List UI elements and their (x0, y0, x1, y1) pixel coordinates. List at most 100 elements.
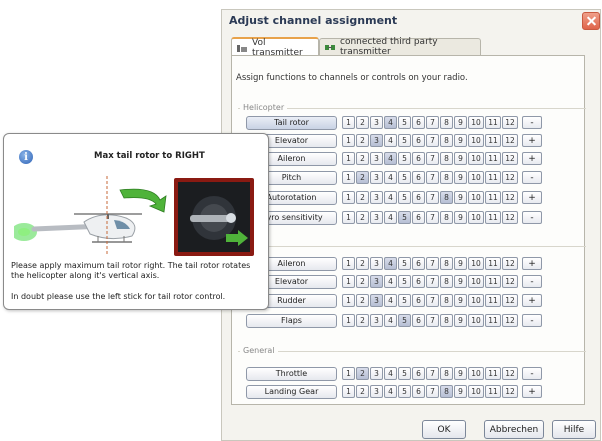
channel-button[interactable]: 3 (370, 191, 383, 204)
channel-button[interactable]: 6 (412, 257, 425, 270)
channel-button[interactable]: 6 (412, 134, 425, 147)
channel-button[interactable]: 12 (502, 171, 518, 184)
channel-button[interactable]: 7 (426, 171, 439, 184)
channel-button[interactable]: 10 (468, 314, 484, 327)
channel-button[interactable]: 5 (398, 211, 411, 224)
channel-button[interactable]: 12 (502, 294, 518, 307)
channel-button[interactable]: 7 (426, 294, 439, 307)
channel-button[interactable]: 11 (485, 171, 501, 184)
channel-button[interactable]: 10 (468, 367, 484, 380)
channel-button[interactable]: 8 (440, 134, 453, 147)
channel-button[interactable]: 12 (502, 191, 518, 204)
channel-button[interactable]: 1 (342, 191, 355, 204)
channel-button[interactable]: 3 (370, 385, 383, 398)
help-button[interactable]: Hilfe (552, 420, 596, 439)
channel-button[interactable]: 9 (454, 191, 467, 204)
channel-button[interactable]: 7 (426, 134, 439, 147)
channel-button[interactable]: 9 (454, 385, 467, 398)
channel-button[interactable]: 2 (356, 211, 369, 224)
channel-button[interactable]: 5 (398, 134, 411, 147)
channel-button[interactable]: 7 (426, 367, 439, 380)
channel-button[interactable]: 1 (342, 134, 355, 147)
channel-button[interactable]: 11 (485, 275, 501, 288)
channel-button[interactable]: 7 (426, 211, 439, 224)
channel-button[interactable]: 11 (485, 314, 501, 327)
direction-toggle-button[interactable]: - (522, 171, 542, 184)
direction-toggle-button[interactable]: + (522, 152, 542, 165)
channel-button[interactable]: 3 (370, 171, 383, 184)
channel-button[interactable]: 6 (412, 367, 425, 380)
channel-button[interactable]: 1 (342, 314, 355, 327)
channel-button[interactable]: 4 (384, 191, 397, 204)
channel-button[interactable]: 12 (502, 314, 518, 327)
channel-button[interactable]: 6 (412, 152, 425, 165)
channel-button[interactable]: 4 (384, 294, 397, 307)
channel-button[interactable]: 1 (342, 294, 355, 307)
channel-button[interactable]: 10 (468, 211, 484, 224)
channel-button[interactable]: 2 (356, 152, 369, 165)
channel-button[interactable]: 5 (398, 275, 411, 288)
channel-button[interactable]: 5 (398, 257, 411, 270)
channel-button[interactable]: 7 (426, 257, 439, 270)
channel-button[interactable]: 6 (412, 314, 425, 327)
direction-toggle-button[interactable]: - (522, 367, 542, 380)
channel-button[interactable]: 2 (356, 116, 369, 129)
tab-vol-transmitter[interactable]: Vol transmitter (231, 37, 319, 58)
channel-button[interactable]: 6 (412, 211, 425, 224)
channel-button[interactable]: 3 (370, 314, 383, 327)
channel-button[interactable]: 7 (426, 385, 439, 398)
channel-button[interactable]: 6 (412, 171, 425, 184)
channel-button[interactable]: 7 (426, 314, 439, 327)
channel-button[interactable]: 10 (468, 134, 484, 147)
channel-button[interactable]: 4 (384, 257, 397, 270)
channel-button[interactable]: 4 (384, 385, 397, 398)
direction-toggle-button[interactable]: - (522, 314, 542, 327)
function-button[interactable]: Tail rotor (246, 115, 337, 130)
direction-toggle-button[interactable]: - (522, 275, 542, 288)
channel-button[interactable]: 9 (454, 314, 467, 327)
channel-button[interactable]: 3 (370, 275, 383, 288)
channel-button[interactable]: 12 (502, 385, 518, 398)
channel-button[interactable]: 10 (468, 275, 484, 288)
direction-toggle-button[interactable]: + (522, 257, 542, 270)
channel-button[interactable]: 10 (468, 257, 484, 270)
title-bar[interactable]: Adjust channel assignment (222, 10, 600, 32)
channel-button[interactable]: 1 (342, 385, 355, 398)
channel-button[interactable]: 1 (342, 257, 355, 270)
channel-button[interactable]: 8 (440, 257, 453, 270)
channel-button[interactable]: 12 (502, 211, 518, 224)
channel-button[interactable]: 4 (384, 314, 397, 327)
channel-button[interactable]: 6 (412, 385, 425, 398)
channel-button[interactable]: 9 (454, 294, 467, 307)
channel-button[interactable]: 10 (468, 171, 484, 184)
function-button[interactable]: Landing Gear (246, 384, 337, 399)
channel-button[interactable]: 2 (356, 191, 369, 204)
ok-button[interactable]: OK (422, 420, 466, 439)
channel-button[interactable]: 9 (454, 275, 467, 288)
channel-button[interactable]: 5 (398, 385, 411, 398)
channel-button[interactable]: 2 (356, 294, 369, 307)
channel-button[interactable]: 12 (502, 367, 518, 380)
channel-button[interactable]: 2 (356, 171, 369, 184)
channel-button[interactable]: 2 (356, 367, 369, 380)
channel-button[interactable]: 11 (485, 367, 501, 380)
channel-button[interactable]: 1 (342, 367, 355, 380)
channel-button[interactable]: 8 (440, 385, 453, 398)
channel-button[interactable]: 3 (370, 367, 383, 380)
direction-toggle-button[interactable]: + (522, 191, 542, 204)
channel-button[interactable]: 12 (502, 275, 518, 288)
channel-button[interactable]: 5 (398, 152, 411, 165)
channel-button[interactable]: 3 (370, 294, 383, 307)
channel-button[interactable]: 9 (454, 257, 467, 270)
channel-button[interactable]: 12 (502, 257, 518, 270)
channel-button[interactable]: 9 (454, 134, 467, 147)
tab-third-party-transmitter[interactable]: connected third party transmitter (319, 37, 481, 57)
channel-button[interactable]: 8 (440, 171, 453, 184)
channel-button[interactable]: 1 (342, 152, 355, 165)
close-button[interactable] (582, 12, 600, 30)
channel-button[interactable]: 1 (342, 211, 355, 224)
channel-button[interactable]: 2 (356, 275, 369, 288)
channel-button[interactable]: 2 (356, 385, 369, 398)
channel-button[interactable]: 10 (468, 116, 484, 129)
channel-button[interactable]: 3 (370, 257, 383, 270)
